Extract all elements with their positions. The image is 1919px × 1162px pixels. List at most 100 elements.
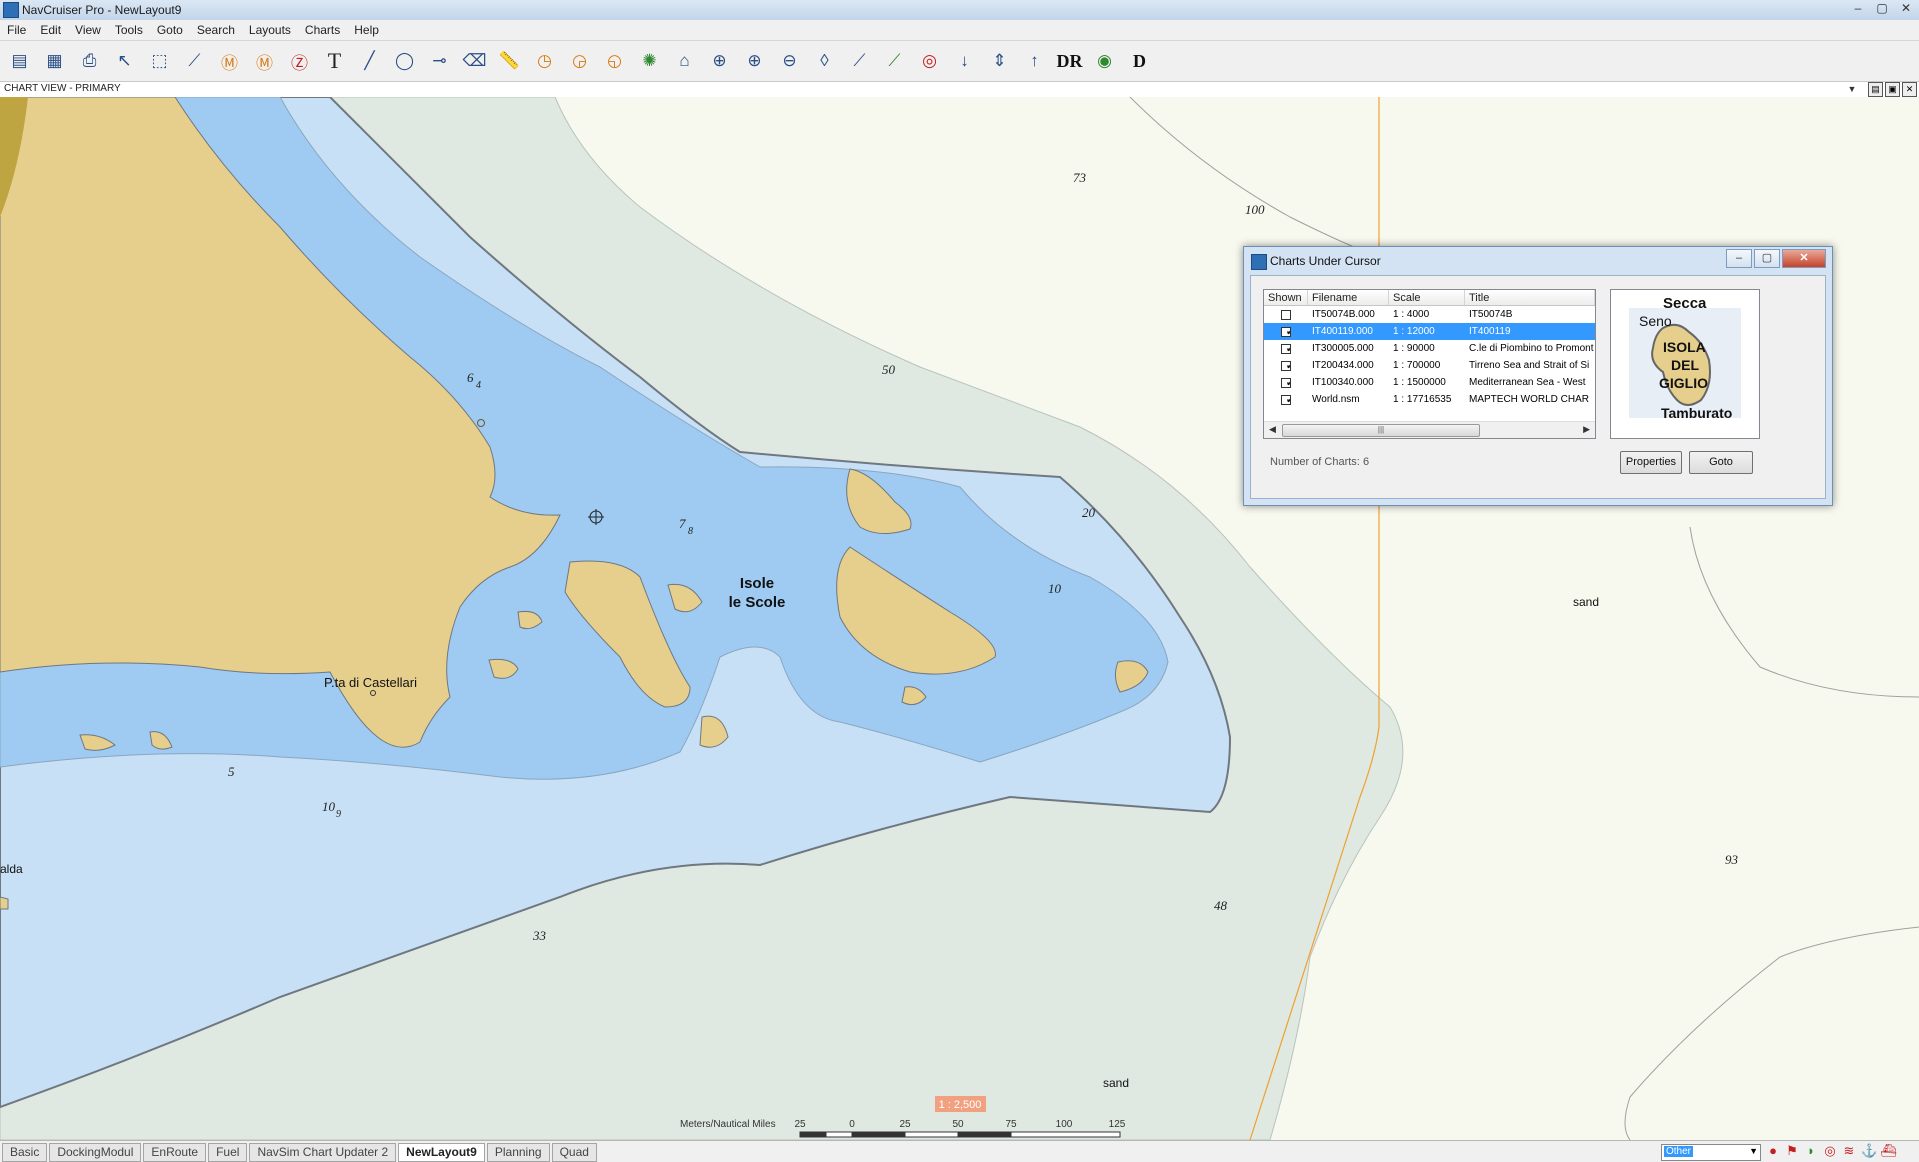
title-cell: IT50074B	[1469, 309, 1513, 320]
scale-tick-label: 100	[1056, 1119, 1073, 1130]
filename-cell: IT50074B.000	[1312, 309, 1375, 320]
menu-goto[interactable]: Goto	[150, 20, 190, 40]
goto-button[interactable]: Goto	[1689, 451, 1753, 474]
line-icon[interactable]: ╱	[354, 46, 385, 77]
menu-edit[interactable]: Edit	[33, 20, 68, 40]
tab-planning[interactable]: Planning	[486, 1143, 550, 1162]
mark-m-icon[interactable]: Ⓜ	[214, 46, 245, 77]
tab-dockingmodul[interactable]: DockingModul	[49, 1143, 142, 1162]
table-icon[interactable]: ▦	[39, 46, 70, 77]
col-filename-header[interactable]: Filename	[1308, 290, 1389, 305]
compass3-icon[interactable]: ◵	[599, 46, 630, 77]
dr-icon[interactable]: DR	[1054, 46, 1085, 77]
track1-icon[interactable]: ⟋	[844, 46, 875, 77]
tab-navsim-chart-updater-2[interactable]: NavSim Chart Updater 2	[249, 1143, 397, 1162]
chart-row[interactable]: ✔ IT100340.000 1 : 1500000 Mediterranean Se…	[1264, 374, 1595, 391]
properties-button[interactable]: Properties	[1620, 451, 1682, 474]
col-title-header[interactable]: Title	[1465, 290, 1595, 305]
chart-row[interactable]: IT50074B.000 1 : 4000 IT50074B	[1264, 306, 1595, 323]
tab-fuel[interactable]: Fuel	[208, 1143, 248, 1162]
preview-label-isola: ISOLA	[1663, 339, 1706, 355]
target-icon[interactable]: ◎	[1823, 1143, 1837, 1159]
waves-icon[interactable]: ≋	[1842, 1143, 1856, 1159]
alarm-icon[interactable]: ⚑	[1785, 1143, 1799, 1159]
shown-checkbox[interactable]: ✔	[1281, 360, 1291, 371]
pointer-icon[interactable]: ↖	[109, 46, 140, 77]
abc-icon[interactable]: ▤	[4, 46, 35, 77]
gps-icon[interactable]: ◉	[1089, 46, 1120, 77]
tab-basic[interactable]: Basic	[2, 1143, 48, 1162]
ship-icon[interactable]: ⛴	[1880, 1143, 1897, 1159]
scroll-left-icon[interactable]: ◀	[1269, 424, 1276, 435]
zoom-in-icon[interactable]: ⊕	[739, 46, 770, 77]
signal-icon[interactable]: ◗	[1804, 1143, 1818, 1159]
dialog-minimize-icon[interactable]: –	[1726, 249, 1752, 268]
dialog-close-icon[interactable]: ✕	[1782, 249, 1826, 268]
grid-horizontal-scrollbar[interactable]: ◀ ||| ▶	[1264, 421, 1595, 438]
view-close-icon[interactable]: ✕	[1902, 82, 1917, 97]
menu-charts[interactable]: Charts	[298, 20, 347, 40]
text-icon[interactable]: T	[319, 46, 350, 77]
record-icon[interactable]: ●	[1766, 1143, 1780, 1159]
d-icon[interactable]: D	[1124, 46, 1155, 77]
charts-grid[interactable]: Shown Filename Scale Title IT50074B.000 1…	[1263, 289, 1596, 439]
shown-checkbox[interactable]: ✔	[1281, 343, 1291, 354]
chevron-down-icon[interactable]: ▼	[1749, 1146, 1758, 1156]
chart-row[interactable]: ✔ IT200434.000 1 : 700000 Tirreno Sea and S…	[1264, 357, 1595, 374]
shown-checkbox[interactable]: ✔	[1281, 326, 1291, 337]
anchor-icon[interactable]: ⚓	[1861, 1143, 1877, 1159]
lifering-icon[interactable]: ◎	[914, 46, 945, 77]
chart-view-dropdown-icon[interactable]: ▼	[1845, 82, 1859, 96]
arrow-up-icon[interactable]: ↑	[1019, 46, 1050, 77]
compass2-icon[interactable]: ◶	[564, 46, 595, 77]
col-shown-header[interactable]: Shown	[1264, 290, 1308, 305]
track2-icon[interactable]: ⟋	[879, 46, 910, 77]
select-rect-icon[interactable]: ⬚	[144, 46, 175, 77]
depth-label-minor: 4	[476, 380, 481, 391]
maximize-button[interactable]: ▢	[1873, 1, 1891, 15]
scale-tick-label: 125	[1109, 1119, 1126, 1130]
col-scale-header[interactable]: Scale	[1389, 290, 1465, 305]
tab-quad[interactable]: Quad	[551, 1143, 597, 1162]
home-icon[interactable]: ⌂	[669, 46, 700, 77]
menu-file[interactable]: File	[0, 20, 33, 40]
menu-help[interactable]: Help	[347, 20, 386, 40]
pin-icon[interactable]: ◊	[809, 46, 840, 77]
tab-newlayout9[interactable]: NewLayout9	[398, 1143, 485, 1162]
dialog-maximize-icon[interactable]: ▢	[1754, 249, 1780, 268]
menu-view[interactable]: View	[68, 20, 108, 40]
shown-checkbox[interactable]: ✔	[1281, 394, 1291, 405]
arrow-down-icon[interactable]: ↓	[949, 46, 980, 77]
view-restore-icon[interactable]: ▣	[1885, 82, 1900, 97]
scroll-thumb[interactable]: |||	[1282, 424, 1480, 437]
view-split-icon[interactable]: ▤	[1868, 82, 1883, 97]
zone-z-icon[interactable]: Ⓩ	[284, 46, 315, 77]
chart-row[interactable]: ✔ IT400119.000 1 : 12000 IT400119	[1264, 323, 1595, 340]
close-button[interactable]: ✕	[1897, 1, 1915, 15]
compass1-icon[interactable]: ◷	[529, 46, 560, 77]
print-icon[interactable]: ⎙	[74, 46, 105, 77]
mark-m2-icon[interactable]: Ⓜ	[249, 46, 280, 77]
zoom-out-icon[interactable]: ⊖	[774, 46, 805, 77]
tab-enroute[interactable]: EnRoute	[143, 1143, 207, 1162]
chart-row[interactable]: ✔ IT300005.000 1 : 90000 C.le di Piombino t…	[1264, 340, 1595, 357]
menu-search[interactable]: Search	[190, 20, 242, 40]
scroll-right-icon[interactable]: ▶	[1583, 424, 1590, 435]
drbl-icon[interactable]: ⊸	[424, 46, 455, 77]
ruler-icon[interactable]: 📏	[494, 46, 525, 77]
ellipse-icon[interactable]: ◯	[389, 46, 420, 77]
status-dropdown[interactable]: Other ▼	[1661, 1144, 1761, 1161]
world-icon[interactable]: ✺	[634, 46, 665, 77]
route-icon[interactable]: ⟋	[179, 46, 210, 77]
arrows-vertical-icon[interactable]: ⇕	[984, 46, 1015, 77]
zoom-area-icon[interactable]: ⊕	[704, 46, 735, 77]
depth-label-minor: 8	[688, 526, 693, 537]
chart-row[interactable]: ✔ World.nsm 1 : 17716535 MAPTECH WORLD CHAR	[1264, 391, 1595, 408]
shown-checkbox[interactable]	[1281, 309, 1291, 320]
minimize-button[interactable]: –	[1849, 1, 1867, 15]
scale-cell: 1 : 4000	[1393, 309, 1430, 320]
menu-layouts[interactable]: Layouts	[242, 20, 298, 40]
clear-drbl-icon[interactable]: ⌫	[459, 46, 490, 77]
shown-checkbox[interactable]: ✔	[1281, 377, 1291, 388]
menu-tools[interactable]: Tools	[108, 20, 150, 40]
